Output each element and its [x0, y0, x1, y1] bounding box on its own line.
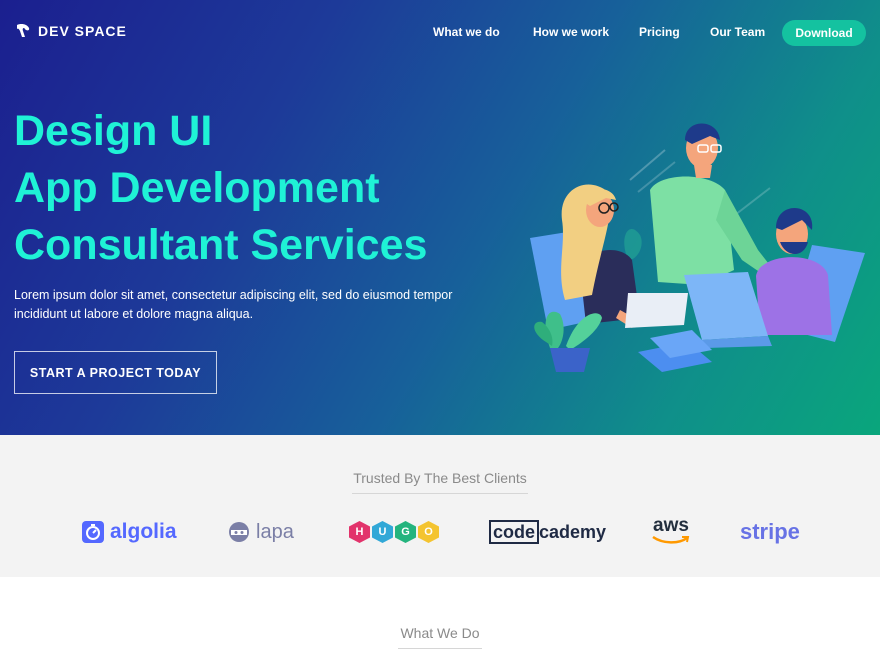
hugo-letter: G [395, 521, 416, 543]
brand-logo[interactable]: DEV SPACE [14, 22, 127, 40]
lapa-wordmark: lapa [256, 520, 294, 543]
hero-headline: Design UI App Development Consultant Ser… [14, 103, 427, 274]
download-button[interactable]: Download [782, 20, 866, 46]
clients-title: Trusted By The Best Clients [353, 470, 527, 486]
hugo-letter: H [349, 521, 370, 543]
hugo-letter: U [372, 521, 393, 543]
top-navigation: DEV SPACE What we do How we work Pricing… [0, 0, 880, 66]
codecademy-box-text: code [489, 520, 540, 544]
brand-icon [17, 24, 30, 37]
lapa-logo: lapa [228, 517, 294, 547]
hugo-letter: O [418, 521, 439, 543]
brand-name: DEV SPACE [38, 23, 127, 39]
hugo-logo: H U G O [349, 517, 439, 547]
headline-line: Consultant Services [14, 221, 428, 269]
headline-line: App Development [14, 164, 380, 212]
clients-section: Trusted By The Best Clients algolia lapa… [0, 435, 880, 577]
hero-section: DEV SPACE What we do How we work Pricing… [0, 0, 880, 435]
stripe-logo: stripe [740, 519, 800, 544]
nav-link-what-we-do[interactable]: What we do [433, 25, 500, 39]
algolia-icon [82, 521, 104, 543]
algolia-wordmark: algolia [110, 520, 177, 543]
headline-line: Design UI [14, 107, 213, 155]
nav-link-how-we-work[interactable]: How we work [533, 25, 609, 39]
nav-link-pricing[interactable]: Pricing [639, 25, 680, 39]
lapa-icon [229, 522, 249, 542]
hero-subtext: Lorem ipsum dolor sit amet, consectetur … [14, 288, 453, 321]
what-we-do-divider [398, 648, 482, 649]
team-illustration [530, 123, 865, 372]
codecademy-logo: code cademy [489, 517, 606, 547]
algolia-logo: algolia [82, 517, 177, 547]
what-we-do-title: What We Do [400, 625, 480, 641]
aws-wordmark: aws [653, 515, 689, 536]
aws-logo: aws [651, 515, 691, 547]
aws-smile-icon [652, 535, 690, 544]
codecademy-wordmark: cademy [539, 521, 607, 542]
start-project-button[interactable]: START A PROJECT TODAY [14, 351, 217, 394]
clients-title-divider [352, 493, 528, 494]
nav-link-our-team[interactable]: Our Team [710, 25, 765, 39]
